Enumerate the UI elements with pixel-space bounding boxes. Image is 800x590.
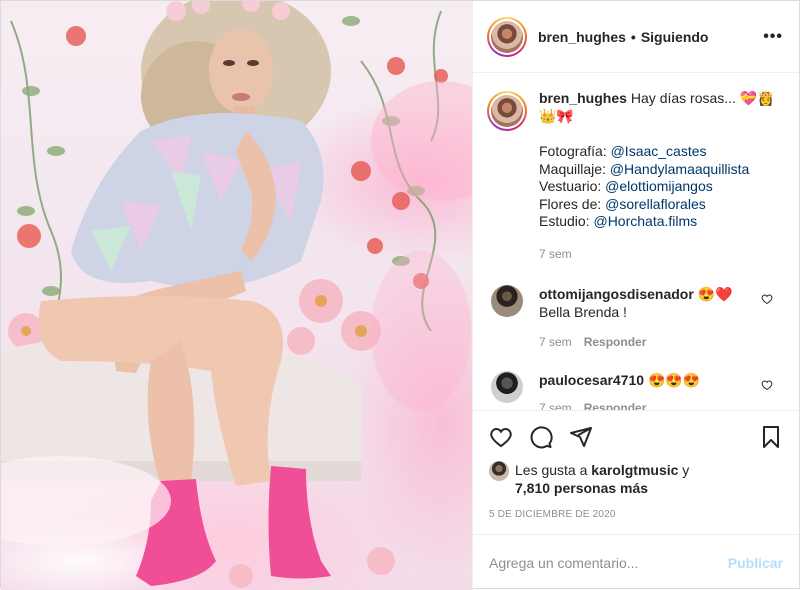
mention-link[interactable]: @elottiomijangos [605, 178, 713, 194]
credit-line: Fotografía: @Isaac_castes [539, 143, 707, 159]
comment-username[interactable]: paulocesar4710 [539, 372, 644, 388]
likes-count[interactable]: 7,810 personas más [515, 480, 648, 496]
caption-username[interactable]: bren_hughes [539, 90, 627, 106]
comment-meta: 7 sem Responder [539, 399, 700, 411]
post-actions: Les gusta a karolgtmusic y 7,810 persona… [473, 410, 799, 520]
like-comment-icon[interactable] [761, 293, 773, 305]
more-icon[interactable]: ••• [763, 28, 783, 46]
comment-time[interactable]: 7 sem [539, 335, 572, 349]
add-comment-bar: Publicar [473, 534, 799, 590]
comment-text: Bella Brenda ! [539, 303, 627, 320]
post-side-panel: bren_hughes • Siguiendo ••• bren_hughes H… [472, 1, 799, 590]
comment-icon[interactable] [529, 425, 553, 449]
header-separator: • [630, 28, 636, 45]
caption-avatar[interactable] [487, 91, 527, 131]
instagram-post: bren_hughes • Siguiendo ••• bren_hughes H… [0, 0, 800, 590]
post-photo[interactable] [1, 1, 472, 590]
post-date[interactable]: 5 DE DICIEMBRE DE 2020 [489, 509, 783, 520]
reply-button[interactable]: Responder [584, 335, 647, 349]
post-header: bren_hughes • Siguiendo ••• [473, 1, 799, 73]
caption: bren_hughes Hay días rosas... 💝👸 👑🎀 Fotog… [487, 89, 783, 263]
publish-button[interactable]: Publicar [728, 555, 783, 571]
mention-link[interactable]: @sorellaflorales [605, 196, 706, 212]
comment-time[interactable]: 7 sem [539, 401, 572, 411]
comment-avatar[interactable] [491, 284, 523, 317]
likes-joiner: y [678, 462, 690, 478]
mention-link[interactable]: @Handylamaaquillista [610, 161, 750, 177]
reply-button[interactable]: Responder [584, 401, 647, 411]
credit-line: Estudio: @Horchata.films [539, 213, 698, 229]
credit-line: Vestuario: @elottiomijangos [539, 178, 713, 194]
caption-credits: Fotografía: @Isaac_castes Maquillaje: @H… [539, 143, 783, 231]
comment-username[interactable]: ottomijangosdisenador [539, 286, 694, 302]
share-icon[interactable] [569, 425, 593, 449]
mention-link[interactable]: @Horchata.films [593, 213, 697, 229]
comment-input[interactable] [489, 554, 728, 571]
mention-link[interactable]: @Isaac_castes [611, 143, 707, 159]
following-button[interactable]: Siguiendo [641, 29, 709, 45]
heart-icon[interactable] [489, 425, 513, 449]
likes-prefix: Les gusta a [515, 462, 592, 478]
comments-list[interactable]: bren_hughes Hay días rosas... 💝👸 👑🎀 Fotog… [473, 73, 799, 410]
avatar[interactable] [487, 16, 527, 57]
comment-meta: 7 sem Responder [539, 333, 733, 351]
liker-avatar[interactable] [489, 461, 509, 481]
likes-summary: Les gusta a karolgtmusic y 7,810 persona… [489, 461, 783, 497]
action-bar [489, 417, 783, 457]
caption-time[interactable]: 7 sem [539, 247, 572, 261]
comment-emoji: 😍❤️ [697, 285, 733, 302]
photo-illustration [1, 1, 472, 588]
credit-line: Maquillaje: @Handylamaaquillista [539, 160, 750, 177]
like-comment-icon[interactable] [761, 379, 773, 391]
save-icon[interactable] [759, 425, 783, 449]
comment-avatar[interactable] [491, 370, 523, 403]
liker-username[interactable]: karolgtmusic [591, 462, 678, 478]
comment-emoji: 😍😍😍 [647, 371, 701, 388]
header-username[interactable]: bren_hughes [538, 29, 626, 45]
caption-meta: 7 sem [539, 245, 783, 263]
comment-item: ottomijangosdisenador 😍❤️ Bella Brenda !… [487, 284, 783, 351]
comment-item: paulocesar4710 😍😍😍 7 sem Responder [487, 370, 783, 411]
credit-line: Flores de: @sorellaflorales [539, 195, 706, 212]
